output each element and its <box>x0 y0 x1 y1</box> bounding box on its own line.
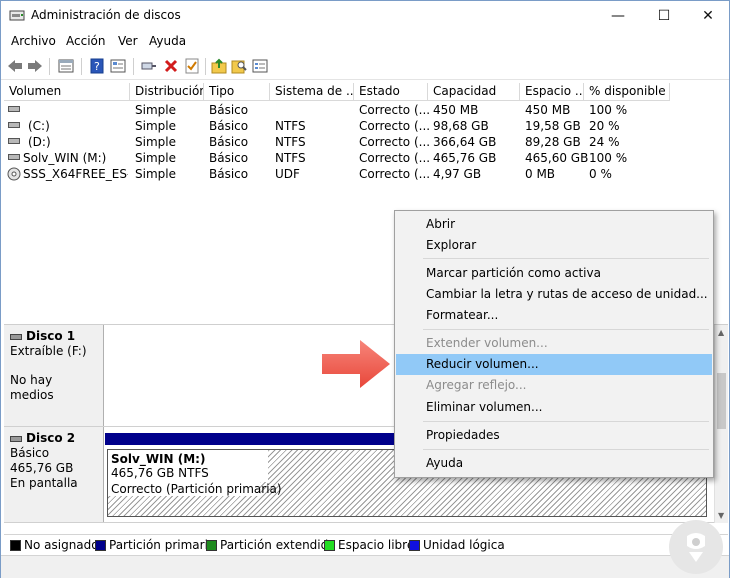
view-list-icon[interactable] <box>57 57 75 75</box>
disk-management-icon <box>9 10 25 21</box>
menu-bar: Archivo Acción Ver Ayuda <box>1 31 729 53</box>
menu-item-explorar[interactable]: Explorar <box>396 235 712 256</box>
menu-item-propiedades[interactable]: Propiedades <box>396 425 712 446</box>
legend-swatch <box>95 540 106 551</box>
legend-swatch <box>324 540 335 551</box>
scroll-up-icon[interactable]: ▲ <box>718 328 724 337</box>
column-header-sistema[interactable]: Sistema de ... <box>270 83 354 101</box>
partition-status: Correcto (Partición primaria) <box>108 482 282 496</box>
legend: No asignado Partición primaria Partición… <box>4 534 728 554</box>
disk-icon <box>10 333 22 340</box>
close-button[interactable]: ✕ <box>685 1 730 31</box>
partition-label: Solv_WIN (M:) <box>111 452 206 466</box>
disk-2-title: Disco 2 <box>26 431 76 445</box>
menu-item-agregar-reflejo: Agregar reflejo... <box>426 378 527 392</box>
legend-label: Partición primaria <box>109 538 216 552</box>
disk-2-type: Básico <box>10 446 50 460</box>
column-header-capacidad[interactable]: Capacidad <box>428 83 520 101</box>
connect-icon[interactable] <box>140 57 158 75</box>
menu-item-abrir[interactable]: Abrir <box>396 214 712 235</box>
check-icon[interactable] <box>183 57 201 75</box>
column-header-disponible[interactable]: % disponible <box>584 83 670 101</box>
legend-swatch <box>10 540 21 551</box>
column-header-distribucion[interactable]: Distribución <box>130 83 204 101</box>
disk-2-status: En pantalla <box>10 476 78 490</box>
column-header-volumen[interactable]: Volumen <box>4 83 130 101</box>
menu-accion[interactable]: Acción <box>66 34 105 48</box>
disk-1-title: Disco 1 <box>26 329 76 343</box>
search-folder-icon[interactable] <box>230 57 248 75</box>
disk-1-info[interactable]: Disco 1 Extraíble (F:) No hay medios <box>4 325 104 426</box>
legend-label: Espacio libre <box>338 538 415 552</box>
title-bar: Administración de discos — ☐ ✕ <box>1 1 729 31</box>
watermark-logo <box>669 520 723 574</box>
maximize-button[interactable]: ☐ <box>641 1 687 31</box>
menu-item-reducir[interactable]: Reducir volumen... <box>396 354 712 375</box>
menu-item-marcar-activa[interactable]: Marcar partición como activa <box>396 263 712 284</box>
minimize-button[interactable]: — <box>595 1 641 31</box>
drive-icon <box>8 106 20 112</box>
legend-label: Partición extendida <box>220 538 336 552</box>
menu-item-extender: Extender volumen... <box>426 336 548 350</box>
details-icon[interactable] <box>251 57 269 75</box>
help-icon[interactable]: ? <box>88 57 106 75</box>
scroll-thumb[interactable] <box>717 373 726 429</box>
drive-icon <box>8 122 20 128</box>
disk-2-info[interactable]: Disco 2 Básico 465,76 GB En pantalla <box>4 427 104 522</box>
svg-text:?: ? <box>94 60 100 73</box>
column-header-espacio[interactable]: Espacio ... <box>520 83 584 101</box>
disk-2-size: 465,76 GB <box>10 461 74 475</box>
legend-label: No asignado <box>24 538 99 552</box>
forward-arrow-icon[interactable] <box>26 57 44 75</box>
back-arrow-icon[interactable] <box>6 57 24 75</box>
status-bar <box>1 555 729 578</box>
menu-ver[interactable]: Ver <box>118 34 138 48</box>
vertical-scrollbar[interactable]: ▲ ▼ <box>714 325 728 523</box>
menu-ayuda[interactable]: Ayuda <box>149 34 186 48</box>
disk-1-status: No hay medios <box>10 373 54 402</box>
properties-icon[interactable] <box>109 57 127 75</box>
cd-drive-icon <box>7 167 21 181</box>
disk-icon <box>10 435 22 442</box>
folder-up-icon[interactable] <box>210 57 228 75</box>
drive-icon <box>8 138 20 144</box>
disk-1-type: Extraíble (F:) <box>10 344 87 358</box>
menu-item-ayuda[interactable]: Ayuda <box>396 453 712 474</box>
toolbar: ? <box>1 53 729 80</box>
legend-swatch <box>409 540 420 551</box>
pointer-arrow-icon <box>322 340 390 388</box>
menu-item-formatear[interactable]: Formatear... <box>396 305 712 326</box>
menu-item-cambiar-letra[interactable]: Cambiar la letra y rutas de acceso de un… <box>396 284 712 305</box>
delete-icon[interactable] <box>162 57 180 75</box>
menu-item-eliminar[interactable]: Eliminar volumen... <box>396 397 712 418</box>
legend-swatch <box>206 540 217 551</box>
partition-size: 465,76 GB NTFS <box>111 466 209 480</box>
window-title: Administración de discos <box>31 8 181 22</box>
context-menu: Abrir Explorar Marcar partición como act… <box>394 210 714 478</box>
column-header-tipo[interactable]: Tipo <box>204 83 270 101</box>
drive-icon <box>8 154 20 160</box>
menu-archivo[interactable]: Archivo <box>11 34 56 48</box>
legend-label: Unidad lógica <box>423 538 505 552</box>
column-header-estado[interactable]: Estado <box>354 83 428 101</box>
